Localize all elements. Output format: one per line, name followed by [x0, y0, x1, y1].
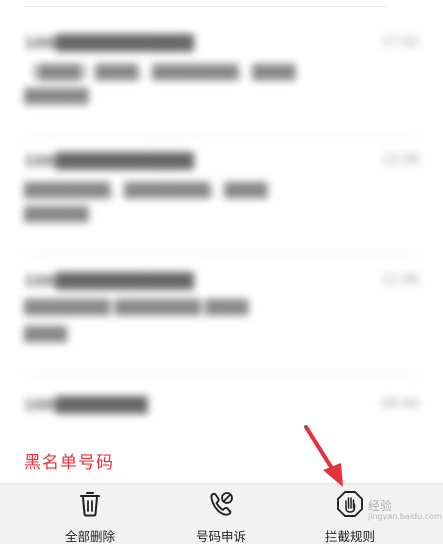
message-sender: 106████████████: [24, 34, 194, 52]
blacklist-label: 黑名单号码: [24, 446, 120, 475]
top-divider: [24, 6, 387, 7]
message-preview: ████: [24, 327, 68, 343]
number-appeal-label: 号码申诉: [195, 529, 246, 544]
intercept-rules-label: 拦截规则: [324, 529, 375, 544]
message-time: 13:58: [381, 153, 419, 168]
list-divider: [24, 136, 419, 137]
hand-stop-icon: [337, 491, 363, 517]
message-sender: 106████████████: [24, 272, 194, 290]
message-sender: 106████████████: [24, 152, 194, 170]
message-preview: ████████ ████████ ████: [24, 300, 249, 316]
message-sender: 106████████: [24, 396, 148, 414]
delete-all-label: 全部删除: [64, 529, 115, 544]
message-list: 106████████████ 17:02 【████】████，███████…: [0, 10, 443, 450]
phone-appeal-icon: [210, 492, 233, 516]
list-divider: [24, 374, 419, 375]
watermark-subtext: jingyan.baidu.com: [368, 512, 442, 521]
list-divider: [24, 254, 419, 255]
message-preview: ████████，████████，████: [24, 183, 268, 199]
message-time: 17:02: [381, 35, 419, 50]
message-preview: 【████】████，████████，████: [24, 65, 296, 81]
trash-icon: [80, 492, 100, 517]
message-preview: ██████: [24, 207, 89, 223]
message-time: 09:40: [381, 397, 419, 412]
number-appeal-button[interactable]: 号码申诉: [161, 484, 281, 544]
message-preview: ██████: [24, 89, 89, 105]
delete-all-button[interactable]: 全部删除: [30, 484, 150, 544]
message-time: 11:06: [381, 273, 419, 288]
